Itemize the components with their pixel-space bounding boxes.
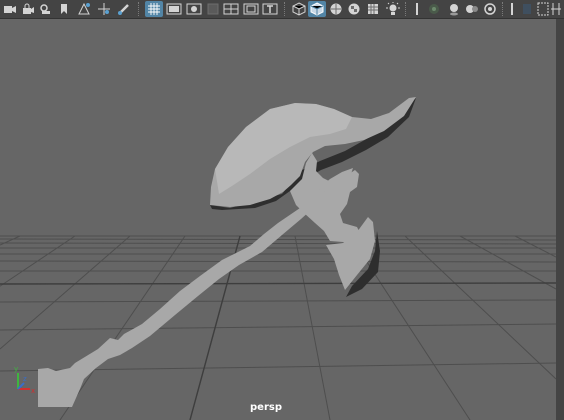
- screen-space-ao-icon[interactable]: [410, 1, 424, 17]
- shadows-icon[interactable]: [385, 1, 401, 17]
- isolate-select-icon[interactable]: [482, 1, 498, 17]
- axis-x-label: x: [31, 387, 35, 395]
- viewport-right-edge: [556, 19, 564, 420]
- xray-active-components-icon[interactable]: [536, 1, 550, 17]
- viewport-toolbar: [0, 0, 564, 19]
- textured-icon[interactable]: [346, 1, 362, 17]
- xray-icon[interactable]: [506, 1, 518, 17]
- safe-action-icon[interactable]: [242, 1, 260, 17]
- perspective-viewport[interactable]: y x z: [0, 19, 556, 420]
- maya-viewport-panel: y x z persp: [0, 0, 564, 420]
- camera-select-icon[interactable]: [2, 1, 18, 17]
- xray-joints-icon[interactable]: [520, 1, 534, 17]
- grid-center-lines: [0, 235, 556, 420]
- gate-mask-icon[interactable]: [205, 1, 221, 17]
- motion-blur-icon[interactable]: [426, 1, 442, 17]
- axe-model: [38, 97, 416, 407]
- image-plane-icon[interactable]: [76, 1, 92, 17]
- bookmark-icon[interactable]: [58, 1, 70, 17]
- ground-grid: [0, 235, 556, 420]
- field-chart-icon[interactable]: [222, 1, 240, 17]
- use-all-lights-icon[interactable]: [365, 1, 381, 17]
- depth-of-field-icon[interactable]: [464, 1, 480, 17]
- scene-canvas[interactable]: y x z: [0, 19, 556, 420]
- camera-name-label: persp: [250, 402, 282, 413]
- axe-handle: [38, 190, 320, 407]
- grease-pencil-icon[interactable]: [116, 1, 132, 17]
- film-gate-icon[interactable]: [165, 1, 183, 17]
- 2d-pan-zoom-icon[interactable]: [96, 1, 112, 17]
- camera-frame-icon[interactable]: [550, 1, 562, 17]
- axis-y-label: y: [14, 365, 18, 373]
- lock-camera-icon[interactable]: [20, 1, 36, 17]
- safe-title-icon[interactable]: [261, 1, 279, 17]
- anti-aliasing-icon[interactable]: [446, 1, 462, 17]
- camera-attributes-icon[interactable]: [38, 1, 54, 17]
- axis-gizmo: y x z: [14, 365, 35, 395]
- resolution-gate-icon[interactable]: [185, 1, 203, 17]
- smooth-shade-icon[interactable]: [308, 1, 326, 17]
- wireframe-icon[interactable]: [290, 1, 308, 17]
- axis-z-label: z: [23, 375, 27, 383]
- wireframe-on-shaded-icon[interactable]: [328, 1, 344, 17]
- grid-icon[interactable]: [145, 1, 163, 17]
